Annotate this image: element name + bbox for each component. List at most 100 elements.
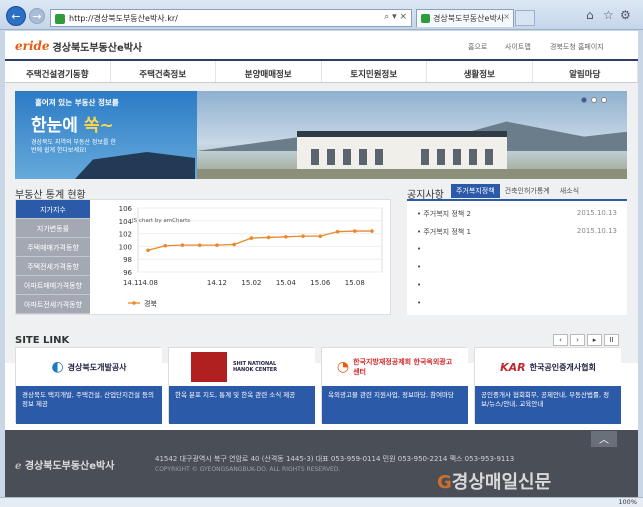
notice-item: • [417, 299, 422, 307]
arrow-right-icon: → [32, 9, 42, 23]
sitelink-card[interactable]: KAR 한국공인중개사협회 공인중개사 협회회무, 공제안내, 부동산법률, 정보… [474, 347, 621, 424]
tab-title: 경상북도부동산e박사 [433, 14, 505, 23]
legend-label: 경북 [144, 299, 157, 308]
favicon-icon [55, 14, 65, 24]
data-point [335, 229, 340, 234]
sitelink-play-button[interactable]: ▸ [587, 334, 602, 346]
sitelink-card[interactable]: ◔ 한국지방재정공제회 한국옥외광고센터 옥외광고물 관련 지원사업, 정보마당,… [321, 347, 468, 424]
main-nav: 주택건설경기동향 주택건축정보 분양매매정보 토지민원정보 생활정보 알림마당 [5, 59, 638, 83]
data-point [163, 243, 168, 248]
legend-marker [132, 301, 136, 305]
data-point [197, 243, 202, 247]
banner-text-panel: 흩어져 있는 부동산 정보를 한눈에 쏙~ 경상북도 지역의 부동산 정보를 한… [15, 91, 197, 179]
sitelink-card[interactable]: ◐ 경상북도개발공사 경상북도 택지개발, 주택건설, 산업단지건설 등의 정보 … [15, 347, 162, 424]
x-tick-label: 15.02 [241, 279, 261, 287]
newspaper-watermark: G경상매일신문 [437, 472, 552, 493]
y-tick-label: 96 [123, 269, 132, 277]
card-logo: SHIT NATIONAL HANOK CENTER [169, 348, 315, 386]
data-point [318, 234, 323, 238]
star-icon[interactable]: ☆ [603, 8, 614, 22]
data-point [370, 229, 374, 233]
x-tick-label: 15.08 [345, 279, 365, 287]
top-link-sitemap[interactable]: 사이트맵 [505, 42, 531, 52]
notice-item: • [417, 263, 422, 271]
banner-dot-2[interactable] [591, 97, 597, 103]
scroll-top-button[interactable]: ︿ [591, 431, 617, 447]
browser-statusbar: 100% [0, 497, 643, 507]
notice-item[interactable]: • 주거복지 정책 2 2015.10.13 [417, 209, 617, 223]
site-logo[interactable]: eride 경상북도부동산e박사 [15, 37, 142, 55]
banner-headline: 한눈에 쏙~ [31, 116, 114, 136]
site-title: 경상북도부동산e박사 [52, 42, 143, 54]
card-desc: 옥외광고물 관련 지원사업, 정보마당, 참여마당 [322, 386, 468, 424]
tab-housing-welfare[interactable]: 주거복지정책 [451, 184, 500, 198]
sitelink-pause-button[interactable]: II [604, 334, 619, 346]
stats-tab-land-index[interactable]: 지가지수 [16, 200, 90, 219]
banner-dot-1[interactable] [581, 97, 587, 103]
new-tab-button[interactable] [515, 10, 535, 26]
site-header: eride 경상북도부동산e박사 홈으로 사이트맵 경북도청 홈페이지 [5, 31, 638, 59]
data-point [215, 243, 219, 247]
address-text: http://경상북도부동산e박사.kr/ [69, 14, 178, 23]
card-desc: 한옥 분포 지도, 통계 및 한옥 관련 소식 제공 [169, 386, 315, 424]
stats-nav: 지가지수 지가변동률 주택매매가격동향 주택전세가격동향 아파트매매가격동향 아… [16, 200, 90, 316]
data-point [249, 236, 254, 240]
favicon-icon [421, 14, 430, 23]
y-tick-label: 106 [119, 205, 133, 213]
gear-icon[interactable]: ⚙ [620, 8, 631, 22]
main-banner[interactable]: 흩어져 있는 부동산 정보를 한눈에 쏙~ 경상북도 지역의 부동산 정보를 한… [15, 91, 627, 179]
tab-news[interactable]: 새소식 [555, 184, 584, 198]
close-icon[interactable]: × [503, 12, 510, 21]
card-logo: ◐ 경상북도개발공사 [16, 348, 162, 386]
sitelink-next-button[interactable]: › [570, 334, 585, 346]
address-bar[interactable]: http://경상북도부동산e박사.kr/ ⌕ ▾ ⨯ [50, 9, 412, 27]
home-icon[interactable]: ⌂ [586, 8, 594, 22]
x-tick-label: 15.04 [276, 279, 297, 287]
notice-item[interactable]: • 주거복지 정책 1 2015.10.13 [417, 227, 617, 241]
arrow-left-icon: ← [11, 9, 21, 23]
y-tick-label: 100 [119, 243, 132, 251]
nav-item-building-info[interactable]: 주택건축정보 [111, 61, 216, 82]
tab-building-permit[interactable]: 건축인허가통계 [500, 184, 555, 198]
logo-brand: eride [15, 39, 50, 53]
web-page: eride 경상북도부동산e박사 홈으로 사이트맵 경북도청 홈페이지 주택건설… [5, 31, 638, 497]
banner-photo-plaza [197, 169, 627, 179]
nav-item-sales-info[interactable]: 분양매매정보 [216, 61, 322, 82]
top-link-home[interactable]: 홈으로 [468, 42, 487, 52]
search-refresh-icon[interactable]: ⌕ ▾ ⨯ [384, 12, 407, 22]
footer-copyright: COPYRIGHT © GYEONGSANGBUK-DO. ALL RIGHTS… [155, 466, 341, 473]
stats-tab-house-sale[interactable]: 주택매매가격동향 [16, 238, 90, 257]
stats-tab-house-lease[interactable]: 주택전세가격동향 [16, 257, 90, 276]
nav-item-life-info[interactable]: 생활정보 [427, 61, 533, 82]
banner-photo-building [297, 131, 507, 171]
data-point [284, 235, 288, 239]
nav-item-land-info[interactable]: 토지민원정보 [322, 61, 427, 82]
y-tick-label: 102 [119, 231, 132, 239]
chart-credit: JS chart by amCharts [131, 218, 190, 224]
card-logo: KAR 한국공인중개사협회 [475, 348, 621, 386]
x-tick-label: 15.06 [310, 279, 331, 287]
stats-tab-apt-sale[interactable]: 아파트매매가격동향 [16, 276, 90, 295]
back-button[interactable]: ← [6, 6, 26, 26]
notice-item: • [417, 281, 422, 289]
y-tick-label: 104 [119, 218, 133, 226]
notice-tabs: 주거복지정책 건축인허가통계 새소식 [451, 184, 584, 198]
nav-item-housing-trends[interactable]: 주택건설경기동향 [5, 61, 111, 82]
banner-line3: 경상북도 지역의 부동산 정보를 한번에 쉽게 한다보세요! [31, 139, 116, 154]
banner-dot-3[interactable] [601, 97, 607, 103]
browser-tab[interactable]: 경상북도부동산e박사 × [416, 9, 514, 27]
data-point [266, 235, 271, 240]
x-tick-label: 14.12 [207, 279, 227, 287]
x-tick-label: 14.1 [123, 279, 139, 287]
card-desc: 공인중개사 협회회무, 공제안내, 부동산법률, 정보/뉴스/안내, 교육안내 [475, 386, 621, 424]
zoom-level[interactable]: 100% [618, 498, 637, 506]
forward-button[interactable]: → [29, 8, 45, 24]
stats-tab-apt-lease[interactable]: 아파트전세가격동향 [16, 295, 90, 314]
top-link-province[interactable]: 경북도청 홈페이지 [550, 42, 604, 52]
nav-item-notices[interactable]: 알림마당 [533, 61, 638, 82]
land-index-chart: 96 98 100 102 104 106 JS chart by amCharts 14.0… [119, 205, 383, 308]
sitelink-card[interactable]: SHIT NATIONAL HANOK CENTER 한옥 분포 지도, 통계 … [168, 347, 315, 424]
data-point [352, 229, 357, 233]
sitelink-prev-button[interactable]: ‹ [553, 334, 568, 346]
stats-tab-land-change[interactable]: 지가변동률 [16, 219, 90, 238]
